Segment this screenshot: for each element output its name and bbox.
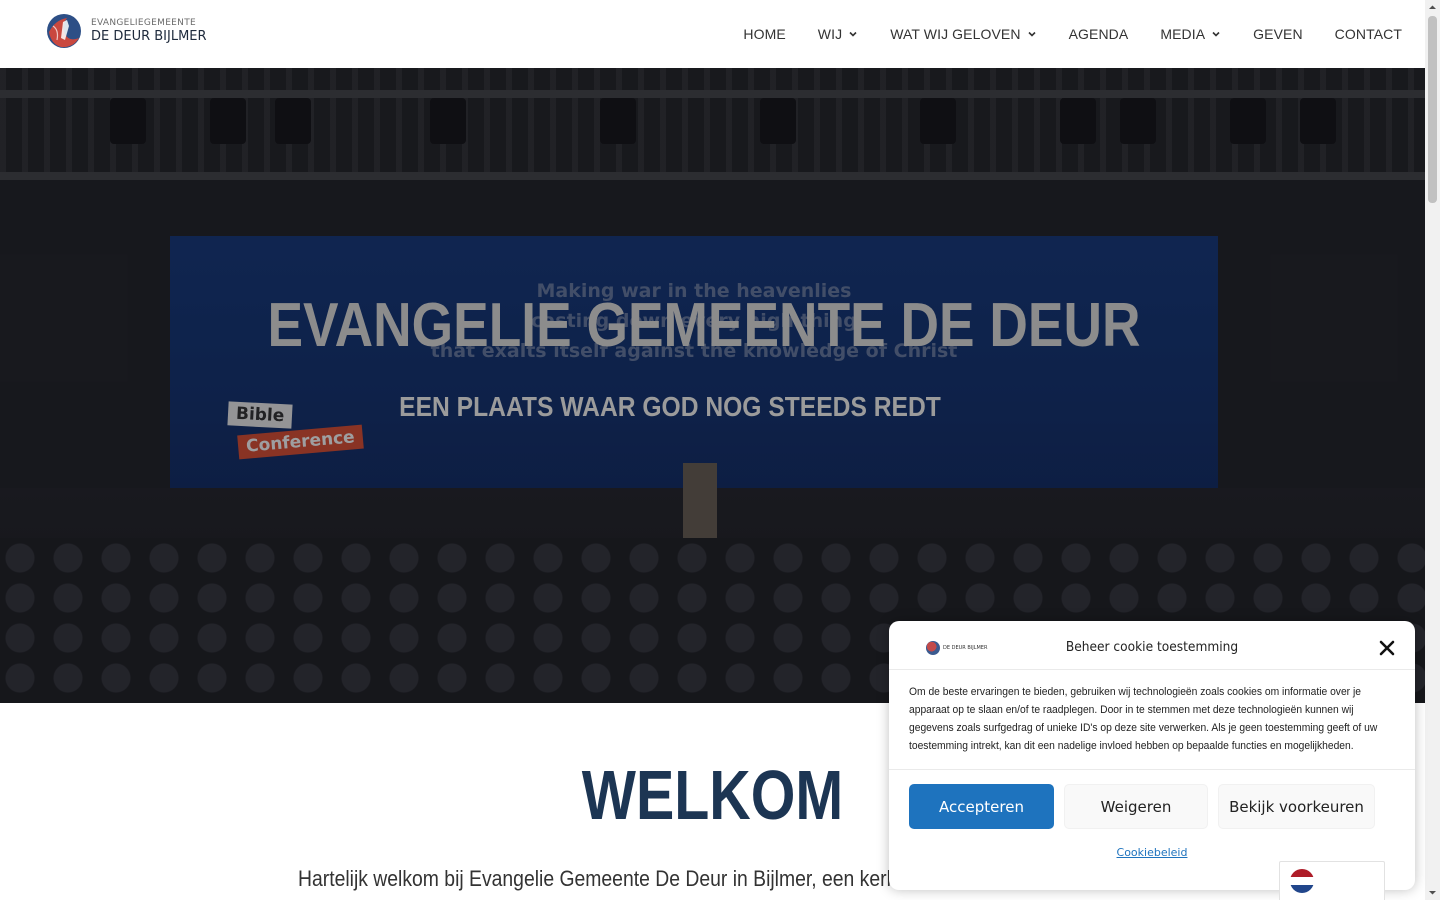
cookie-title: Beheer cookie toestemming xyxy=(1065,640,1239,655)
hero-title: EVANGELIE GEMEENTE DE DEUR xyxy=(267,291,1141,360)
flag-band xyxy=(1290,869,1314,877)
welcome-text: Hartelijk welkom bij Evangelie Gemeente … xyxy=(298,866,916,891)
logo-line2: DE DEUR BIJLMER xyxy=(91,29,207,44)
nav-wij-label: WIJ xyxy=(817,26,843,42)
cookie-body-text: Om de beste ervaringen te bieden, gebrui… xyxy=(909,686,1378,752)
close-icon[interactable] xyxy=(1379,640,1395,656)
hero-overlay xyxy=(0,68,1425,703)
cookie-consent-dialog: DE DEUR BIJLMER Beheer cookie toestemmin… xyxy=(889,621,1415,890)
main-nav: HOME WIJ WAT WIJ GELOVEN AGENDA MEDIA GE… xyxy=(711,0,1402,68)
cookie-policy-link[interactable]: Cookiebeleid xyxy=(919,846,1385,859)
page-scrollbar[interactable] xyxy=(1425,0,1440,900)
chevron-down-icon xyxy=(1028,31,1036,37)
view-preferences-button[interactable]: Bekijk voorkeuren xyxy=(1218,784,1375,829)
nav-home[interactable]: HOME xyxy=(743,26,785,42)
hero-subtitle: EEN PLAATS WAAR GOD NOG STEEDS REDT xyxy=(399,391,941,422)
nav-home-label: HOME xyxy=(743,26,786,42)
nav-geven-label: GEVEN xyxy=(1253,26,1303,42)
nav-contact-label: CONTACT xyxy=(1334,26,1402,42)
nav-media[interactable]: MEDIA xyxy=(1160,26,1221,42)
language-switcher[interactable] xyxy=(1279,861,1385,900)
nav-contact[interactable]: CONTACT xyxy=(1335,26,1402,42)
cookie-divider xyxy=(889,769,1415,770)
site-logo[interactable]: EVANGELIEGEMEENTE DE DEUR BIJLMER xyxy=(45,12,207,50)
nav-agenda-label: AGENDA xyxy=(1068,26,1129,42)
nav-agenda[interactable]: AGENDA xyxy=(1069,26,1129,42)
scroll-down-arrow-icon[interactable] xyxy=(1425,885,1440,900)
accept-cookies-button[interactable]: Accepteren xyxy=(909,784,1054,829)
nav-wat-wij-geloven-label: WAT WIJ GELOVEN xyxy=(890,26,1021,42)
logo-line1: EVANGELIEGEMEENTE xyxy=(91,18,196,28)
hero-section: Making war in the heavenlies casting dow… xyxy=(0,68,1425,703)
cookie-header: DE DEUR BIJLMER Beheer cookie toestemmin… xyxy=(889,621,1415,670)
scroll-thumb[interactable] xyxy=(1428,16,1437,203)
netherlands-flag-icon xyxy=(1290,869,1314,893)
site-header: EVANGELIEGEMEENTE DE DEUR BIJLMER HOME W… xyxy=(0,0,1425,68)
deny-cookies-button[interactable]: Weigeren xyxy=(1064,784,1208,829)
nav-wat-wij-geloven[interactable]: WAT WIJ GELOVEN xyxy=(890,26,1036,42)
nav-media-label: MEDIA xyxy=(1160,26,1206,42)
chevron-down-icon xyxy=(1212,31,1220,37)
chevron-down-icon xyxy=(849,31,857,37)
nav-geven[interactable]: GEVEN xyxy=(1253,26,1303,42)
nav-wij[interactable]: WIJ xyxy=(818,26,858,42)
flag-band xyxy=(1290,885,1314,893)
scroll-up-arrow-icon[interactable] xyxy=(1425,0,1440,15)
flag-band xyxy=(1290,877,1314,885)
church-logo-icon xyxy=(47,14,81,48)
